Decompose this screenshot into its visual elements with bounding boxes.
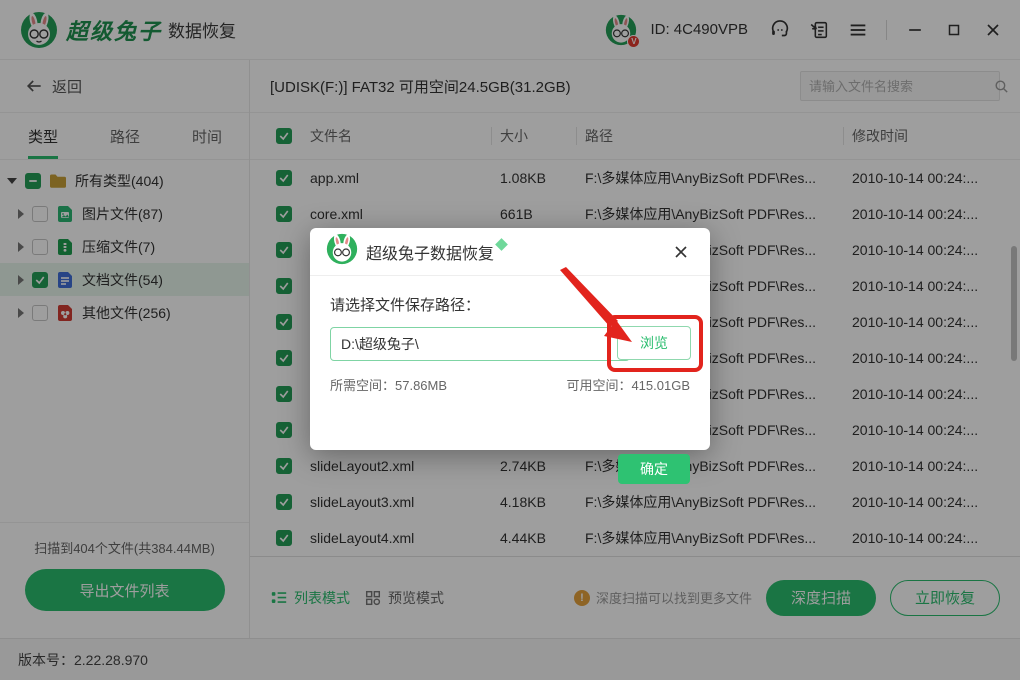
confirm-button[interactable]: 确定 <box>618 454 690 484</box>
dialog-header: 超级兔子数据恢复 <box>310 228 710 276</box>
dialog-close-icon[interactable] <box>668 239 694 265</box>
browse-button[interactable]: 浏览 <box>617 326 691 360</box>
dialog-title: 超级兔子数据恢复 <box>366 245 495 263</box>
save-path-dialog: 超级兔子数据恢复 请选择文件保存路径： 浏览 所需空间：57.86MB 可用空间… <box>310 228 710 484</box>
path-label: 请选择文件保存路径： <box>330 297 481 314</box>
dialog-logo-icon <box>326 233 358 270</box>
save-path-input[interactable] <box>330 327 630 361</box>
required-space: 所需空间：57.86MB <box>330 378 448 393</box>
diamond-decoration <box>495 238 508 251</box>
available-space: 可用空间：415.01GB <box>566 378 690 393</box>
dialog-body: 请选择文件保存路径： 浏览 所需空间：57.86MB 可用空间：415.01GB… <box>310 267 710 484</box>
app-window: 超级兔子 数据恢复 V ID: 4C490VPB 返回 类型 路径 时间 所有类… <box>0 0 1020 680</box>
